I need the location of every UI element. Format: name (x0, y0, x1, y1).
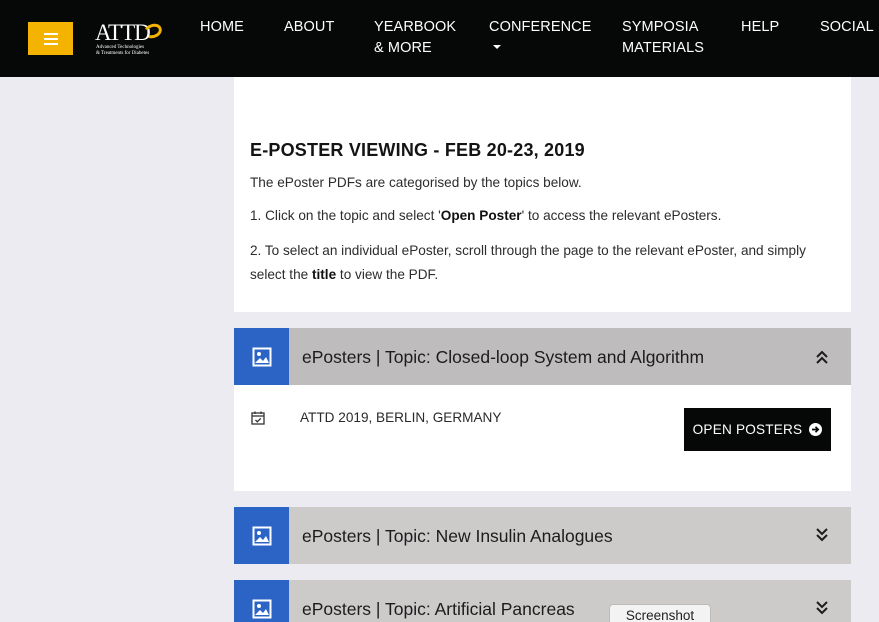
hamburger-icon (43, 32, 58, 45)
hamburger-menu-button[interactable] (28, 22, 73, 55)
nav-about[interactable]: ABOUT (284, 17, 334, 38)
caret-down-icon (493, 45, 501, 49)
nav-help[interactable]: HELP (741, 17, 779, 38)
nav-social[interactable]: SOCIAL (820, 17, 874, 38)
chevron-double-down-icon[interactable] (815, 600, 829, 616)
image-icon (234, 507, 289, 564)
calendar-check-icon (251, 411, 265, 425)
top-navbar: ATTD Advanced Technologies & Treatments f… (0, 0, 879, 77)
topic-title: ePosters | Topic: Artificial Pancreas (302, 599, 575, 619)
arrow-circle-right-icon (809, 423, 823, 436)
nav-home[interactable]: HOME (200, 17, 244, 38)
topic-header-artificial-pancreas[interactable]: ePosters | Topic: Artificial Pancreas (234, 580, 851, 622)
open-posters-button[interactable]: OPEN POSTERS (684, 408, 831, 451)
instruction-step-2: 2. To select an individual ePoster, scro… (250, 243, 806, 282)
chevron-double-down-icon[interactable] (815, 527, 829, 543)
nav-symposia-materials[interactable]: SYMPOSIA MATERIALS (622, 17, 704, 59)
nav-conference[interactable]: CONFERENCE (489, 17, 592, 49)
screenshot-tooltip: Screenshot (609, 604, 711, 622)
topic-title: ePosters | Topic: New Insulin Analogues (302, 526, 613, 546)
intro-text: The ePoster PDFs are categorised by the … (250, 175, 582, 190)
event-location: ATTD 2019, BERLIN, GERMANY (300, 410, 502, 425)
nav-yearbook[interactable]: YEARBOOK & MORE (374, 17, 456, 59)
intro-card: E-POSTER VIEWING - FEB 20-23, 2019 The e… (234, 77, 851, 312)
topic-header-new-insulin[interactable]: ePosters | Topic: New Insulin Analogues (234, 507, 851, 564)
image-icon (234, 328, 289, 385)
image-icon (234, 580, 289, 622)
page-title: E-POSTER VIEWING - FEB 20-23, 2019 (250, 140, 585, 160)
instruction-step-1: 1. Click on the topic and select 'Open P… (250, 208, 722, 223)
chevron-double-up-icon[interactable] (815, 349, 829, 365)
attd-logo[interactable]: ATTD Advanced Technologies & Treatments f… (94, 20, 166, 58)
topic-title: ePosters | Topic: Closed-loop System and… (302, 347, 705, 367)
topic-body-closed-loop: ATTD 2019, BERLIN, GERMANY OPEN POSTERS (234, 385, 851, 491)
topic-header-closed-loop[interactable]: ePosters | Topic: Closed-loop System and… (234, 328, 851, 385)
